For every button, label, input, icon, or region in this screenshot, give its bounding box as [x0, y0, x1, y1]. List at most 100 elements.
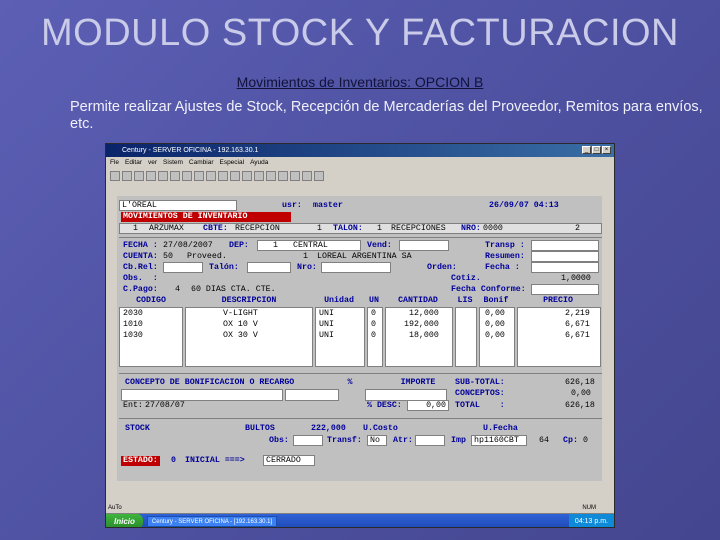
menu-change[interactable]: Cambiar: [189, 157, 214, 168]
toolbar-button[interactable]: [302, 171, 312, 181]
col-cantidad: CANTIDAD: [398, 296, 438, 305]
imp-num: 64: [539, 436, 549, 445]
cuenta-code: 1: [303, 252, 308, 261]
close-icon[interactable]: ×: [602, 146, 611, 154]
toolbar-button[interactable]: [254, 171, 264, 181]
transf-field[interactable]: No: [367, 435, 387, 446]
desc-field[interactable]: 0,00: [407, 400, 449, 411]
row2-cantidad[interactable]: 192,000: [404, 320, 439, 330]
status-bar: AuTo NUM: [106, 502, 614, 514]
row2-bonif[interactable]: 0,00: [485, 320, 505, 330]
cbte-value[interactable]: RECEPCION: [235, 224, 280, 234]
cpago-label: C.Pago:: [123, 285, 158, 294]
toolbar-button[interactable]: [242, 171, 252, 181]
dep-label: DEP:: [229, 241, 249, 250]
toolbar-button[interactable]: [194, 171, 204, 181]
vend-field[interactable]: [399, 240, 449, 251]
pct-header: %: [347, 378, 353, 387]
row1-cantidad[interactable]: 12,000: [409, 309, 439, 319]
col-codigo: CODIGO: [136, 296, 166, 305]
cp-value: 0: [583, 436, 588, 445]
talon-label: TALON:: [333, 224, 363, 233]
user-label: usr:: [282, 201, 302, 210]
cbte-label: CBTE:: [203, 224, 228, 233]
menu-view[interactable]: ver: [148, 157, 157, 168]
row2-precio[interactable]: 6,671: [565, 320, 590, 330]
row3-cantidad[interactable]: 18,000: [409, 331, 439, 341]
fecha-value[interactable]: 27/08/2007: [163, 241, 213, 251]
toolbar-button[interactable]: [290, 171, 300, 181]
ucosto-label: U.Costo: [363, 424, 398, 433]
toolbar-button[interactable]: [134, 171, 144, 181]
toolbar-button[interactable]: [218, 171, 228, 181]
window-title: Century - SERVER OFICINA - 192.163.30.1: [122, 147, 259, 154]
atr-field[interactable]: [415, 435, 445, 446]
dep-name: CENTRAL: [293, 241, 328, 250]
window-titlebar[interactable]: Century - SERVER OFICINA - 192.163.30.1 …: [106, 144, 614, 157]
company-field: L'OREAL: [119, 200, 237, 211]
maximize-icon[interactable]: □: [592, 146, 601, 154]
nro2-field[interactable]: [321, 262, 391, 273]
resumen-field[interactable]: [531, 251, 599, 262]
conceptos-label: CONCEPTOS:: [455, 389, 505, 398]
fecha2-field[interactable]: [531, 262, 599, 273]
talon-name: RECEPCIONES: [391, 224, 446, 233]
toolbar-button[interactable]: [266, 171, 276, 181]
estado-button[interactable]: CERRADO: [263, 455, 315, 466]
terminal-screen: L'OREAL usr: master 26/09/07 04:13 MOVIM…: [117, 196, 602, 481]
minimize-icon[interactable]: _: [582, 146, 591, 154]
row3-codigo[interactable]: 1030: [123, 331, 143, 341]
row2-codigo[interactable]: 1010: [123, 320, 143, 330]
toolbar-button[interactable]: [230, 171, 240, 181]
ent-value[interactable]: 27/08/07: [145, 401, 185, 411]
fecha-conforme-field[interactable]: [531, 284, 599, 295]
transp-field[interactable]: [531, 240, 599, 251]
menu-edit[interactable]: Editar: [125, 157, 142, 168]
toolbar-button[interactable]: [278, 171, 288, 181]
menu-system[interactable]: Sistem: [163, 157, 183, 168]
cuenta-value[interactable]: 50: [163, 252, 173, 262]
toolbar-button[interactable]: [170, 171, 180, 181]
menu-help[interactable]: Ayuda: [250, 157, 268, 168]
start-button[interactable]: Inicio: [106, 514, 143, 527]
row3-precio[interactable]: 6,671: [565, 331, 590, 341]
row3-bonif[interactable]: 0,00: [485, 331, 505, 341]
nro-label: NRO:: [461, 224, 481, 233]
importe-header: IMPORTE: [400, 378, 436, 387]
module-banner: MOVIMIENTOS DE INVENTARIO: [121, 212, 291, 222]
toolbar-button[interactable]: [110, 171, 120, 181]
row2-unidad: UNI: [319, 320, 334, 329]
cbte-code: 1: [317, 224, 322, 233]
row1-bonif[interactable]: 0,00: [485, 309, 505, 319]
obs2-field[interactable]: [293, 435, 323, 446]
concepto-header: CONCEPTO DE BONIFICACION O RECARGO: [125, 378, 295, 387]
toolbar-button[interactable]: [206, 171, 216, 181]
subtotal-label: SUB-TOTAL:: [455, 378, 505, 387]
talon2-field[interactable]: [247, 262, 291, 273]
row1-codigo[interactable]: 2030: [123, 309, 143, 319]
transf-label: Transf:: [327, 436, 362, 445]
toolbar-button[interactable]: [182, 171, 192, 181]
imp-field[interactable]: hp1160CBT: [471, 435, 527, 446]
toolbar: [108, 169, 612, 183]
cbrel-field[interactable]: [163, 262, 203, 273]
start-label: Inicio: [114, 517, 135, 526]
menu-special[interactable]: Especial: [219, 157, 244, 168]
taskbar-task[interactable]: Century - SERVER OFICINA - [192.163.30.1…: [146, 516, 278, 527]
estado-code: 0: [171, 456, 176, 465]
row1-precio[interactable]: 2,219: [565, 309, 590, 319]
toolbar-button[interactable]: [122, 171, 132, 181]
toolbar-button[interactable]: [158, 171, 168, 181]
cotiz-value[interactable]: 1,0000: [561, 274, 591, 284]
nro-value[interactable]: 0000: [483, 224, 503, 234]
concepto-field[interactable]: [121, 389, 283, 401]
talon-code: 1: [377, 224, 382, 233]
concepto-code-field[interactable]: [285, 389, 339, 401]
toolbar-button[interactable]: [314, 171, 324, 181]
cuenta-label: CUENTA:: [123, 252, 158, 261]
cpago-value[interactable]: 60 DIAS CTA. CTE.: [191, 285, 276, 295]
cuenta-type: Proveed.: [187, 252, 227, 261]
toolbar-button[interactable]: [146, 171, 156, 181]
col-un: UN: [369, 296, 379, 305]
menu-file[interactable]: Fle: [110, 157, 119, 168]
